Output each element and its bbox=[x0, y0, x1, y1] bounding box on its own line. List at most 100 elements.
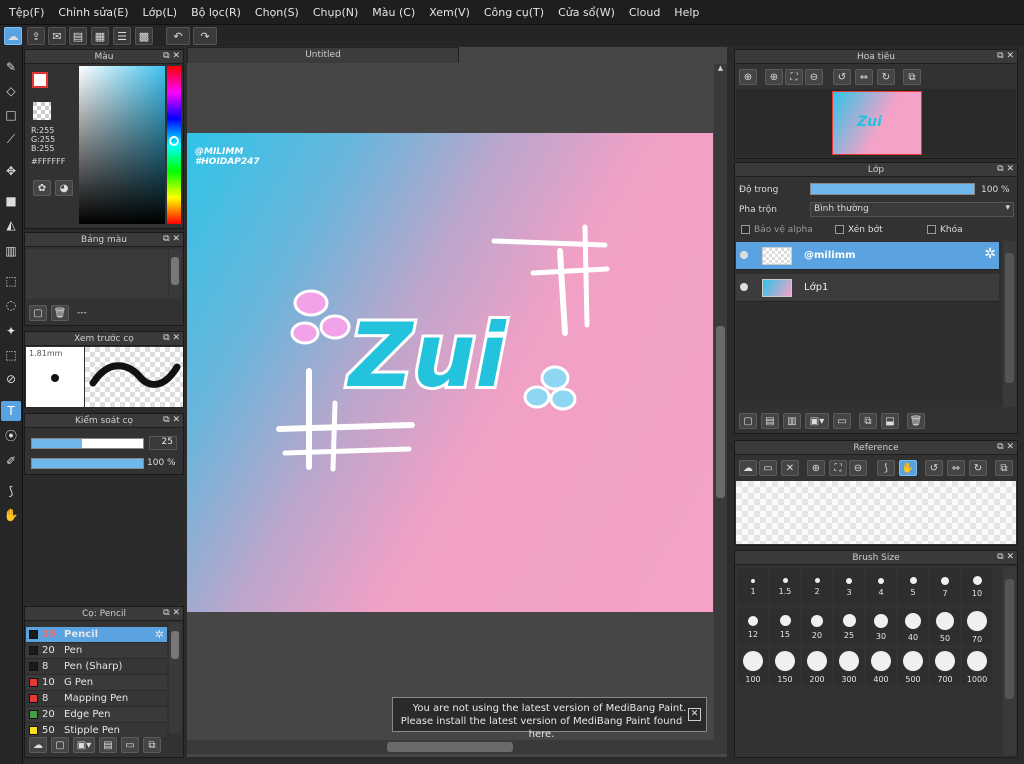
menu-window[interactable]: Cửa sổ(W) bbox=[551, 6, 622, 19]
menu-cloud[interactable]: Cloud bbox=[622, 6, 667, 19]
delete-palette-icon[interactable]: 🗑 bbox=[51, 305, 69, 321]
menu-help[interactable]: Help bbox=[667, 6, 706, 19]
brush-list-item[interactable]: 20 Pen bbox=[26, 643, 167, 659]
brush-size-cell[interactable]: 1000 bbox=[962, 649, 992, 685]
brush-size-cell[interactable]: 25 bbox=[834, 609, 864, 645]
zoom-in-icon[interactable]: ⊕ bbox=[807, 460, 825, 476]
brush-tool-icon[interactable]: ✎ bbox=[1, 57, 21, 77]
brush-size-cell[interactable]: 15 bbox=[770, 609, 800, 645]
layer-folder-icon[interactable]: ▭ bbox=[833, 413, 851, 429]
brush-opacity-slider[interactable] bbox=[31, 458, 144, 469]
reference-view[interactable] bbox=[736, 481, 1016, 544]
lock-checkbox[interactable]: Khóa bbox=[927, 225, 963, 235]
undo-icon[interactable]: ↶ bbox=[166, 27, 190, 45]
brush-size-cell[interactable]: 5 bbox=[898, 569, 928, 605]
add-brush-menu-icon[interactable]: ▣▾ bbox=[73, 737, 95, 753]
menu-file[interactable]: Tệp(F) bbox=[2, 6, 51, 19]
zoom-in-icon[interactable]: ⊕ bbox=[765, 69, 783, 85]
canvas-horizontal-scrollbar[interactable] bbox=[187, 740, 727, 754]
brush-size-cell[interactable]: 200 bbox=[802, 649, 832, 685]
brush-size-scrollbar[interactable] bbox=[1003, 567, 1016, 755]
menu-filter[interactable]: Bộ lọc(R) bbox=[184, 6, 248, 19]
brush-size-cell[interactable]: 70 bbox=[962, 609, 992, 645]
saturation-value-picker[interactable] bbox=[79, 66, 165, 224]
cloud-icon[interactable]: ☁ bbox=[4, 27, 22, 45]
brush-size-cell[interactable]: 30 bbox=[866, 609, 896, 645]
magic-wand-icon[interactable]: ✦ bbox=[1, 321, 21, 341]
menu-select[interactable]: Chọn(S) bbox=[248, 6, 306, 19]
artwork-canvas[interactable]: @MILIMM #HOIDAP247 Zui bbox=[187, 133, 713, 612]
new-brush-icon[interactable]: ▢ bbox=[51, 737, 69, 753]
folder-icon[interactable]: ▭ bbox=[121, 737, 139, 753]
brush-size-cell[interactable]: 150 bbox=[770, 649, 800, 685]
panel-close-icon[interactable]: ⧉ ✕ bbox=[163, 608, 180, 618]
eraser-tool-icon[interactable]: ◇ bbox=[1, 81, 21, 101]
palette-icon[interactable]: ✿ bbox=[33, 180, 51, 196]
brush-size-cell[interactable]: 20 bbox=[802, 609, 832, 645]
brush-list-item[interactable]: 10 G Pen bbox=[26, 675, 167, 691]
document-icon[interactable]: ▦ bbox=[91, 27, 109, 45]
new-layer-8bit-icon[interactable]: ▤ bbox=[761, 413, 779, 429]
zoom-in-icon[interactable]: ⊕ bbox=[739, 69, 757, 85]
hand-tool-icon[interactable]: ✋ bbox=[1, 505, 21, 525]
hand-icon[interactable]: ✋ bbox=[899, 460, 917, 476]
flip-icon[interactable]: ⇔ bbox=[855, 69, 873, 85]
gear-icon[interactable]: ✲ bbox=[984, 246, 996, 262]
chat-icon[interactable]: ▤ bbox=[69, 27, 87, 45]
canvas-vertical-scrollbar[interactable]: ▲ ▼ bbox=[714, 64, 727, 754]
flip-icon[interactable]: ⇔ bbox=[947, 460, 965, 476]
bucket-tool-icon[interactable]: ◭ bbox=[1, 215, 21, 235]
select-eraser-icon[interactable]: ⊘ bbox=[1, 369, 21, 389]
brush-size-cell[interactable]: 300 bbox=[834, 649, 864, 685]
layer-row[interactable]: @milimm ✲ bbox=[736, 242, 999, 270]
delete-layer-icon[interactable]: 🗑 bbox=[907, 413, 925, 429]
brush-size-cell[interactable]: 500 bbox=[898, 649, 928, 685]
pen-tool-icon[interactable]: ✐ bbox=[1, 451, 21, 471]
blend-mode-select[interactable]: Bình thường ▾ bbox=[810, 202, 1014, 217]
palette-scrollbar[interactable] bbox=[169, 249, 181, 299]
fit-icon[interactable]: ⛶ bbox=[785, 69, 803, 85]
grid-icon[interactable]: ▩ bbox=[135, 27, 153, 45]
panel-close-icon[interactable]: ⧉ ✕ bbox=[997, 552, 1014, 562]
document-tab[interactable]: Untitled bbox=[187, 47, 459, 63]
duplicate-layer-icon[interactable]: ⧉ bbox=[859, 413, 877, 429]
navigator-settings-icon[interactable]: ⧉ bbox=[903, 69, 921, 85]
line-tool-icon[interactable]: ⟋ bbox=[1, 129, 21, 149]
upload-icon[interactable]: ⇪ bbox=[27, 27, 45, 45]
brush-size-cell[interactable]: 400 bbox=[866, 649, 896, 685]
brush-list-item[interactable]: 25 Pencil ✲ bbox=[26, 627, 167, 643]
gear-icon[interactable]: ✲ bbox=[155, 628, 164, 641]
rotate-right-icon[interactable]: ↻ bbox=[969, 460, 987, 476]
gradient-tool-icon[interactable]: ▥ bbox=[1, 241, 21, 261]
clipping-checkbox[interactable]: Xén bớt bbox=[835, 225, 883, 235]
redo-icon[interactable]: ↷ bbox=[193, 27, 217, 45]
panel-close-icon[interactable]: ⧉ ✕ bbox=[163, 415, 180, 425]
brush-size-cell[interactable]: 7 bbox=[930, 569, 960, 605]
transparent-swatch[interactable] bbox=[33, 102, 51, 120]
panel-close-icon[interactable]: ⧉ ✕ bbox=[997, 164, 1014, 174]
brush-size-value[interactable]: 25 bbox=[149, 436, 177, 450]
brush-size-slider[interactable] bbox=[31, 438, 144, 449]
list-icon[interactable]: ☰ bbox=[113, 27, 131, 45]
lasso-icon[interactable]: ◌ bbox=[1, 295, 21, 315]
merge-layer-icon[interactable]: ⬓ bbox=[881, 413, 899, 429]
add-layer-menu-icon[interactable]: ▣▾ bbox=[805, 413, 829, 429]
new-layer-1bit-icon[interactable]: ▥ bbox=[783, 413, 801, 429]
open-folder-icon[interactable]: ▭ bbox=[759, 460, 777, 476]
rotate-left-icon[interactable]: ↺ bbox=[925, 460, 943, 476]
brush-list-item[interactable]: 8 Pen (Sharp) bbox=[26, 659, 167, 675]
brush-size-cell[interactable]: 700 bbox=[930, 649, 960, 685]
layer-list-scrollbar[interactable] bbox=[1003, 241, 1016, 407]
shape-tool-icon[interactable]: □ bbox=[1, 105, 21, 125]
foreground-color-swatch[interactable] bbox=[32, 72, 48, 88]
brush-size-cell[interactable]: 12 bbox=[738, 609, 768, 645]
brush-size-cell[interactable]: 2 bbox=[802, 569, 832, 605]
brush-list-item[interactable]: 8 Mapping Pen bbox=[26, 691, 167, 707]
duplicate-brush-icon[interactable]: ⧉ bbox=[143, 737, 161, 753]
new-layer-icon[interactable]: ▢ bbox=[739, 413, 757, 429]
panel-close-icon[interactable]: ⧉ ✕ bbox=[997, 442, 1014, 452]
palette-area[interactable] bbox=[26, 249, 168, 299]
rotate-left-icon[interactable]: ↺ bbox=[833, 69, 851, 85]
brush-size-cell[interactable]: 4 bbox=[866, 569, 896, 605]
navigator-preview[interactable]: Zui bbox=[736, 89, 1016, 157]
